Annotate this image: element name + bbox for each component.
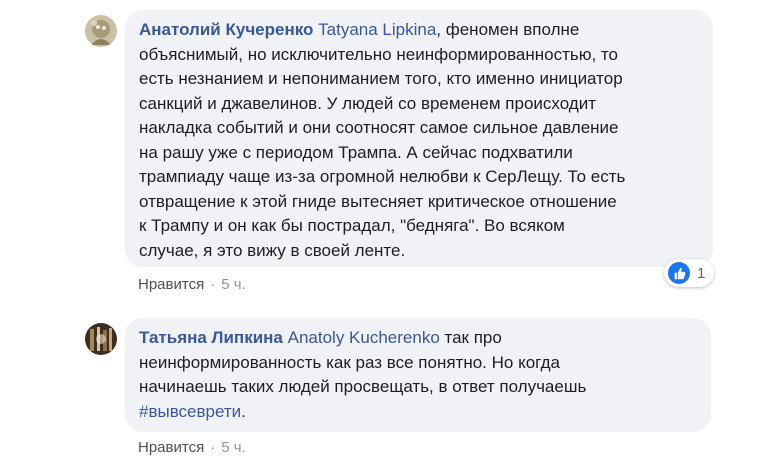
like-button[interactable]: Нравится [138, 276, 204, 293]
comment-text-line: накладка событий и они соотносят самое с… [139, 118, 619, 137]
reaction-count-badge[interactable]: 1 [664, 259, 714, 287]
comment-timestamp[interactable]: 5 ч. [221, 276, 246, 293]
reaction-count: 1 [697, 264, 706, 282]
avatar[interactable] [85, 323, 117, 355]
comment-author[interactable]: Анатолий Кучеренко [139, 20, 313, 39]
comment-text-line: к Трампу и он как бы пострадал, "бедняга… [139, 216, 565, 235]
comment-timestamp[interactable]: 5 ч. [221, 439, 246, 456]
comment-text-line: начинаешь таких людей просвещать, в отве… [139, 377, 587, 396]
thumbs-up-icon [668, 262, 690, 284]
comment-text-line: трампиаду чаще из-за огромной нелюбви к … [139, 167, 626, 186]
comment-text: так про [439, 328, 502, 347]
comment-text: , феномен вполне [436, 20, 580, 39]
separator-dot: · [210, 439, 216, 456]
comment-bubble: Анатолий Кучеренко Tatyana Lipkina, фено… [125, 10, 713, 267]
comment-text-line: объяснимый, но исключительно неинформиро… [139, 44, 618, 64]
comment-mention[interactable]: Tatyana Lipkina [318, 20, 436, 39]
comment-actions: Нравится · 5 ч. [138, 276, 246, 293]
avatar[interactable] [85, 15, 117, 47]
like-button[interactable]: Нравится [138, 439, 204, 456]
comment-author[interactable]: Татьяна Липкина [139, 328, 283, 347]
comment-text-line: неинформированность как раз все понятно.… [139, 352, 560, 372]
separator-dot: · [210, 276, 216, 293]
comment-text-line: случае, я это вижу в своей ленте. [139, 240, 406, 260]
comment-mention[interactable]: Anatoly Kucherenko [288, 328, 440, 347]
comment-text-line: отвращение к этой гниде вытесняет критич… [139, 191, 617, 211]
comment-text-line: на рашу уже с периодом Трампа. А сейчас … [139, 142, 573, 162]
avatar-photo-icon [85, 323, 117, 355]
comment-text-line: #вывсеврети. [139, 400, 697, 425]
hashtag-link[interactable]: #вывсеврети [139, 402, 241, 421]
comment-text-line: есть незнанием и непониманием того, кто … [139, 69, 623, 88]
avatar-photo-icon [85, 15, 117, 47]
comment-text: . [241, 401, 246, 421]
comment-bubble: Татьяна Липкина Anatoly Kucherenko так п… [125, 318, 711, 432]
comment-actions: Нравится · 5 ч. [138, 439, 246, 456]
comment-text-line: Анатолий Кучеренко Tatyana Lipkina, фено… [139, 18, 699, 43]
comment-text-line: Татьяна Липкина Anatoly Kucherenko так п… [139, 326, 697, 351]
comment-text-line: санкций и джавелинов. У людей со времене… [139, 93, 596, 113]
